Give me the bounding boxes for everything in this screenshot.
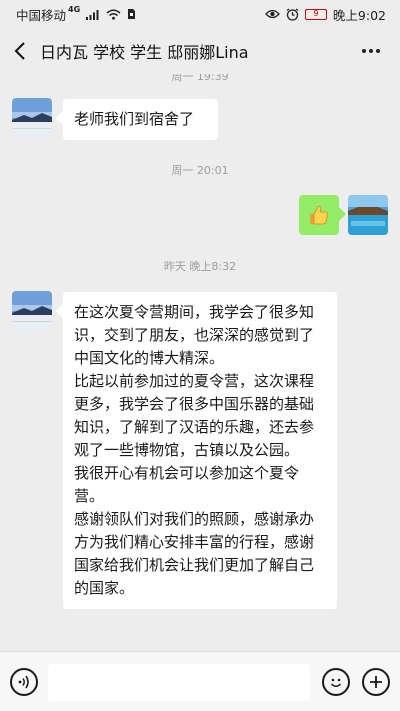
voice-icon [18,675,29,689]
avatar[interactable] [12,98,52,138]
outgoing-sticker-bubble[interactable] [299,195,339,235]
message-paragraph: 我很开心有机会可以参加这个夏令营。 [74,464,300,505]
back-button[interactable] [0,28,40,74]
wifi-icon [106,9,121,20]
avatar[interactable] [12,291,52,331]
message-list[interactable]: 周一 19:39 老师我们到宿舍了 周一 20:01 昨天 晚上8:32 在这次… [0,74,400,649]
message-paragraph: 感谢领队们对我们的照顾，感谢承办方为我们精心安排丰富的行程，感谢国家给我们机会让… [74,510,315,597]
more-icon [362,49,366,53]
alarm-icon [286,8,299,21]
timestamp: 昨天 晚上8:32 [163,260,237,273]
chat-title: 日内瓦 学校 学生 邸丽娜Lina [40,43,249,62]
status-left: 中国移动 4G [16,5,136,24]
emoji-icon [330,678,342,687]
status-right: 9 晚上9:02 [265,5,386,24]
signal-icon [86,9,99,20]
sim-icon [128,9,136,19]
network-type-label: 4G [68,4,81,14]
carrier-label: 中国移动 [16,7,67,23]
eye-icon [265,9,280,19]
avatar-image [12,291,52,331]
timestamp: 周一 20:01 [171,164,229,177]
emoji-button[interactable] [322,668,350,696]
add-icon [370,676,382,688]
voice-button[interactable] [10,668,38,696]
input-bar [0,651,400,711]
back-arrow-icon [14,42,25,60]
thumbs-up-icon [310,205,328,225]
chat-header: 日内瓦 学校 学生 邸丽娜Lina [0,28,400,74]
add-button[interactable] [362,668,390,696]
avatar-image [12,98,52,138]
avatar-image [348,195,388,235]
more-button[interactable] [356,40,386,62]
message-paragraph: 在这次夏令营期间，我学会了很多知识，交到了朋友，也深深的感觉到了中国文化的博大精… [74,303,315,367]
battery-icon: 9 [304,8,327,20]
my-avatar[interactable] [348,195,388,235]
message-bubble[interactable]: 老师我们到宿舍了 [63,99,218,140]
clock-label: 晚上9:02 [332,7,386,23]
message-paragraph: 比起以前参加过的夏令营，这次课程更多，我学会了很多中国乐器的基础知识，了解到了汉… [74,372,315,459]
message-bubble[interactable]: 在这次夏令营期间，我学会了很多知识，交到了朋友，也深深的感觉到了中国文化的博大精… [63,292,337,609]
timestamp: 周一 19:39 [171,74,229,83]
message-input[interactable] [48,664,310,701]
status-bar: 中国移动 4G 9 晚上9:02 [0,0,400,28]
